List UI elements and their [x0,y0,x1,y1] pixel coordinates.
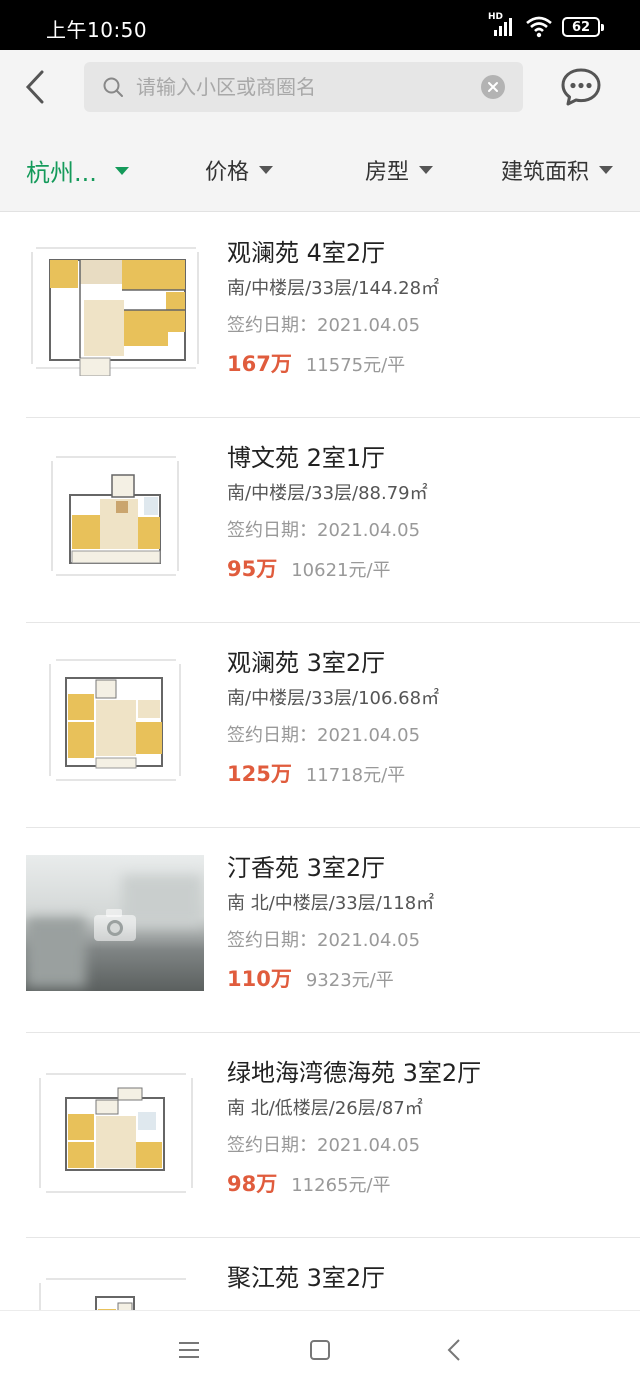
price-row: 98万 11265元/平 [227,1168,630,1198]
status-icons: HD 62 [488,12,604,40]
price-row: 125万 11718元/平 [227,758,630,788]
filter-layout[interactable]: 房型 [365,154,434,186]
filter-layout-label: 房型 [365,160,410,185]
listing-detail: 南 北/中楼层/33层/118㎡ [227,893,435,914]
listing-title: 聚江苑 3室2厅 [227,1264,386,1292]
camera-icon [94,909,136,941]
back-icon [447,1339,460,1361]
floorplan-thumbnail [26,240,204,376]
system-nav-bar [0,1310,640,1387]
price-row: 95万 10621元/平 [227,553,630,583]
listing-item[interactable]: 绿地海湾德海苑 3室2厅 南 北/低楼层/26层/87㎡ 签约日期：2021.0… [0,1033,640,1238]
wifi-icon [526,16,552,38]
listing-detail: 南/中楼层/33层/88.79㎡ [227,483,428,504]
search-box[interactable] [84,62,523,112]
listing-item[interactable]: 观澜苑 3室2厅 南/中楼层/33层/106.68㎡ 签约日期：2021.04.… [0,623,640,828]
filter-area-label: 建筑面积 [501,160,590,185]
listing-title: 汀香苑 3室2厅 [227,854,386,882]
listing-title: 博文苑 2室1厅 [227,444,386,472]
floorplan-thumbnail [26,445,204,581]
listing-price: 110万 [227,967,292,991]
listing-unit-price: 11718元/平 [305,765,406,786]
menu-icon [179,1342,199,1358]
listing-price: 98万 [227,1172,278,1196]
price-row: 167万 11575元/平 [227,348,630,378]
chevron-left-icon [25,70,44,104]
listing-info: 观澜苑 4室2厅 南/中楼层/33层/144.28㎡ 签约日期：2021.04.… [227,237,630,378]
listing-unit-price: 11265元/平 [291,1175,391,1196]
status-bar: 上午10:50 HD 62 [0,0,640,50]
listing-item[interactable]: 博文苑 2室1厅 南/中楼层/33层/88.79㎡ 签约日期：2021.04.0… [0,418,640,623]
home-button[interactable] [307,1337,333,1363]
listing-title: 绿地海湾德海苑 3室2厅 [227,1059,482,1087]
listing-detail: 南 北/低楼层/26层/87㎡ [227,1098,423,1119]
listing-title: 观澜苑 3室2厅 [227,649,386,677]
listing-info: 博文苑 2室1厅 南/中楼层/33层/88.79㎡ 签约日期：2021.04.0… [227,442,630,583]
listing-date: 签约日期：2021.04.05 [227,930,421,951]
listing-detail: 南/中楼层/33层/106.68㎡ [227,688,440,709]
photo-thumbnail [26,855,204,991]
listing-unit-price: 11575元/平 [305,355,406,376]
listing-date: 签约日期：2021.04.05 [227,315,421,336]
back-button[interactable] [18,66,52,108]
floorplan-thumbnail [26,1265,204,1310]
signal-icon: HD [488,12,516,38]
listing-info: 汀香苑 3室2厅 南 北/中楼层/33层/118㎡ 签约日期：2021.04.0… [227,852,630,993]
system-back-button[interactable] [442,1337,468,1363]
home-icon [310,1340,330,1360]
listing-date: 签约日期：2021.04.05 [227,725,421,746]
search-icon [103,77,123,97]
network-badge: HD [488,12,504,22]
listing-detail: 南/中楼层/33层/144.28㎡ [227,278,440,299]
search-input[interactable] [136,75,481,99]
listing-list: 观澜苑 4室2厅 南/中楼层/33层/144.28㎡ 签约日期：2021.04.… [0,213,640,1310]
battery-indicator: 62 [562,17,604,37]
listing-info: 绿地海湾德海苑 3室2厅 南 北/低楼层/26层/87㎡ 签约日期：2021.0… [227,1057,630,1198]
listing-date: 签约日期：2021.04.05 [227,1135,421,1156]
caret-down-icon [114,166,129,175]
caret-down-icon [419,166,434,174]
listing-price: 125万 [227,762,292,786]
message-button[interactable] [558,64,604,110]
caret-down-icon [599,166,614,174]
filter-price-label: 价格 [205,160,250,185]
clear-icon[interactable] [481,75,505,99]
listing-price: 167万 [227,352,292,376]
listing-unit-price: 9323元/平 [305,970,394,991]
floorplan-thumbnail [26,1060,204,1196]
floorplan-thumbnail [26,650,204,786]
listing-title: 观澜苑 4室2厅 [227,239,386,267]
listing-price: 95万 [227,557,278,581]
chat-bubble-icon [561,68,601,106]
listing-item[interactable]: 观澜苑 4室2厅 南/中楼层/33层/144.28㎡ 签约日期：2021.04.… [0,213,640,418]
caret-down-icon [259,166,274,174]
filter-city-label: 杭州... [26,159,97,187]
listing-unit-price: 10621元/平 [291,560,391,581]
status-time: 上午10:50 [46,18,148,42]
listing-item[interactable]: 聚江苑 3室2厅 [0,1238,640,1310]
price-row: 110万 9323元/平 [227,963,630,993]
menu-button[interactable] [176,1337,202,1363]
listing-info: 聚江苑 3室2厅 [227,1262,630,1307]
listing-info: 观澜苑 3室2厅 南/中楼层/33层/106.68㎡ 签约日期：2021.04.… [227,647,630,788]
filter-bar: 杭州... 价格 房型 建筑面积 [0,128,640,212]
filter-city[interactable]: 杭州... [26,153,129,188]
header [0,50,640,128]
listing-item[interactable]: 汀香苑 3室2厅 南 北/中楼层/33层/118㎡ 签约日期：2021.04.0… [0,828,640,1033]
filter-area[interactable]: 建筑面积 [501,154,614,186]
listing-date: 签约日期：2021.04.05 [227,520,421,541]
filter-price[interactable]: 价格 [205,154,274,186]
